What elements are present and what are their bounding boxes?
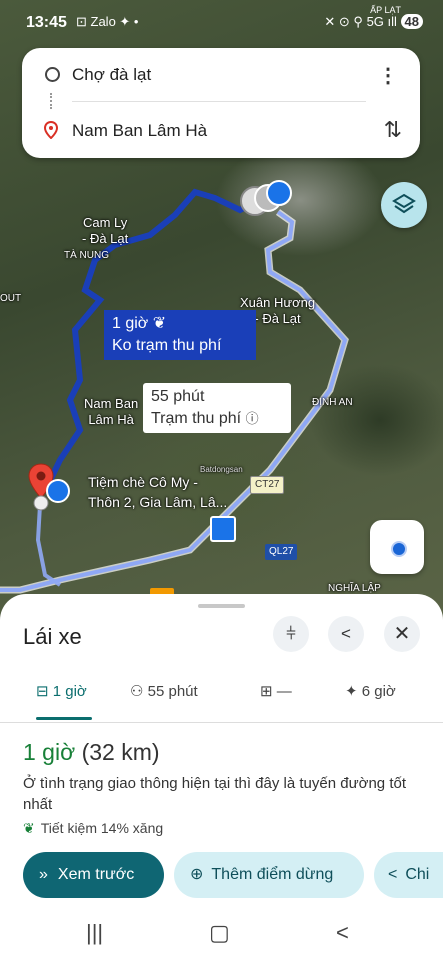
layers-button[interactable]	[381, 182, 427, 228]
fuel-saving-text: Tiết kiệm 14% xăng	[40, 820, 164, 836]
destination-route-dot	[46, 479, 70, 503]
map-label-cam-ly: Cam Ly - Đà Lạt	[82, 215, 129, 246]
destination-row[interactable]: Nam Ban Lâm Hà ⇅	[22, 111, 420, 151]
origin-marker-cluster[interactable]	[240, 180, 292, 216]
route-duration: 1 giờ	[23, 739, 76, 765]
layers-icon	[392, 193, 416, 214]
status-time: 13:45	[26, 14, 67, 31]
my-location-button[interactable]	[370, 520, 424, 574]
road-badge-ql27: QL27	[265, 544, 298, 560]
tab-transit[interactable]: ⊞ —	[260, 682, 292, 700]
more-options-icon[interactable]: ⋮	[378, 63, 398, 88]
leaf-icon: ❦	[23, 820, 35, 836]
add-stop-icon: ⊕	[190, 866, 204, 883]
share-icon: <	[341, 624, 351, 643]
map-label-dinh-an: ĐỊNH AN	[312, 397, 353, 408]
battery-icon: 48	[400, 14, 423, 29]
transit-icon: ⊞	[260, 683, 273, 700]
status-bar: 13:45 ⊡ Zalo ✦ • ẤP LẠT ✕ ⊙ ⚲ 5G ıll 48	[0, 0, 443, 44]
close-icon: ✕	[393, 623, 411, 645]
motorbike-icon: ⚇	[130, 683, 144, 700]
map-label-nam-ban: Nam Ban Lâm Hà	[84, 396, 139, 427]
mode-title: Lái xe	[23, 624, 82, 649]
tab-walk-label: 6 giờ	[361, 683, 396, 700]
route-dots-connector	[50, 93, 54, 109]
origin-field[interactable]: Chợ đà lạt	[72, 65, 151, 85]
directions-card: Chợ đà lạt ⋮ Nam Ban Lâm Hà ⇅	[22, 48, 420, 158]
route-summary: 1 giờ (32 km)	[23, 739, 160, 766]
system-nav-bar: ||| ▢ <	[0, 912, 443, 960]
primary-route-note: Ko trạm thu phí	[112, 337, 222, 354]
status-icons: ✕ ⊙ ⚲ 5G ıll	[324, 14, 397, 29]
share-route-icon: <	[388, 866, 398, 883]
tab-car-label: 1 giờ	[52, 683, 87, 700]
preview-label: Xem trước	[57, 866, 135, 883]
route-options-button[interactable]: ⫩	[273, 616, 309, 652]
road-badge-ct27: CT27	[250, 476, 285, 494]
share-button[interactable]: <	[328, 616, 364, 652]
alt-route-duration: 55 phút	[151, 388, 205, 405]
tab-transit-label: —	[276, 683, 292, 700]
toll-info-icon: ⓘ	[245, 411, 259, 426]
field-divider	[72, 101, 366, 102]
origin-row[interactable]: Chợ đà lạt ⋮	[22, 55, 420, 95]
preview-icon: »	[39, 866, 48, 883]
route-distance: (32 km)	[81, 739, 160, 765]
share-route-button[interactable]: < Chi	[374, 852, 443, 898]
recent-apps-icon[interactable]: |||	[86, 920, 103, 946]
car-icon: ⊟	[36, 683, 49, 700]
map-label-batdongsan: Batdongsan	[200, 465, 243, 474]
primary-route-callout[interactable]: 1 giờ ❦ Ko trạm thu phí	[104, 310, 256, 360]
bottom-sheet: Lái xe ⫩ < ✕ ⊟ 1 giờ ⚇ 55 phút ⊞ — ✦ 6 g…	[0, 594, 443, 960]
status-app-icons: ⊡ Zalo ✦ •	[76, 14, 139, 29]
active-tab-indicator	[36, 717, 92, 720]
home-icon[interactable]: ▢	[209, 920, 230, 946]
travel-mode-tabs: ⊟ 1 giờ ⚇ 55 phút ⊞ — ✦ 6 giờ	[0, 672, 443, 723]
map-label-ta-nung: TÀ NUNG	[64, 250, 109, 261]
status-right-icons: ✕ ⊙ ⚲ 5G ıll 48	[324, 14, 423, 30]
store-marker-icon[interactable]	[210, 516, 236, 542]
preview-button[interactable]: » Xem trước	[23, 852, 164, 898]
tune-icon: ⫩	[286, 624, 296, 643]
destination-field[interactable]: Nam Ban Lâm Hà	[72, 121, 207, 141]
tab-car[interactable]: ⊟ 1 giờ	[36, 682, 87, 700]
close-button[interactable]: ✕	[384, 616, 420, 652]
tab-motorbike[interactable]: ⚇ 55 phút	[130, 682, 198, 700]
alt-route-note: Trạm thu phí ⓘ	[151, 410, 259, 427]
primary-route-duration: 1 giờ ❦	[112, 315, 167, 332]
leaf-icon: ❦	[152, 315, 167, 332]
destination-pin-icon	[43, 120, 59, 140]
origin-circle-icon	[45, 67, 60, 82]
alt-route-branch	[35, 504, 62, 587]
fuel-saving: ❦ Tiết kiệm 14% xăng	[23, 820, 163, 837]
sheet-drag-handle[interactable]	[198, 604, 245, 608]
alt-route-callout[interactable]: 55 phút Trạm thu phí ⓘ	[143, 383, 291, 433]
swap-icon[interactable]: ⇅	[384, 117, 402, 143]
tab-motorbike-label: 55 phút	[147, 683, 198, 700]
map-label-out: OUT	[0, 293, 22, 304]
walk-icon: ✦	[345, 683, 358, 700]
add-stop-label: Thêm điểm dừng	[211, 866, 334, 883]
map-view[interactable]: 13:45 ⊡ Zalo ✦ • ẤP LẠT ✕ ⊙ ⚲ 5G ıll 48 …	[0, 0, 443, 620]
share-route-label: Chi	[405, 866, 430, 883]
back-icon[interactable]: <	[336, 920, 349, 946]
my-location-icon	[391, 541, 407, 557]
add-stop-button[interactable]: ⊕ Thêm điểm dừng	[174, 852, 364, 898]
tab-walk[interactable]: ✦ 6 giờ	[345, 682, 396, 700]
route-description: Ở tình trạng giao thông hiện tại thì đây…	[23, 775, 406, 813]
map-label-tiem-che[interactable]: Tiệm chè Cô My - Thôn 2, Gia Lâm, Lâ...	[88, 472, 227, 512]
